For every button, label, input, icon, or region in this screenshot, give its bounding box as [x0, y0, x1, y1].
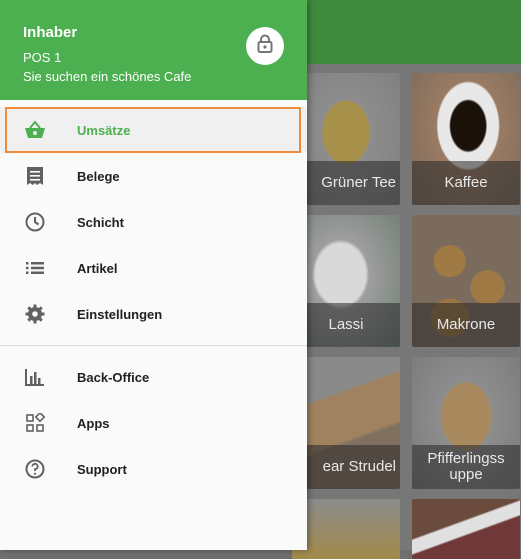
product-tile[interactable]: Grüner Tee	[292, 73, 400, 205]
gear-icon	[24, 303, 46, 325]
product-name: Makrone	[412, 303, 520, 347]
help-icon	[24, 458, 46, 480]
list-icon	[24, 257, 46, 279]
lock-button[interactable]	[246, 27, 284, 65]
bar-chart-icon	[24, 366, 46, 388]
product-tile[interactable]: Kaffee	[412, 73, 520, 205]
product-name: Kaffee	[412, 161, 520, 205]
menu-item-label: Apps	[77, 415, 110, 431]
product-tile[interactable]: ear Strudel	[292, 357, 400, 489]
menu-item-einstellungen[interactable]: Einstellungen	[0, 291, 307, 337]
menu-item-label: Einstellungen	[77, 306, 163, 322]
menu-item-belege[interactable]: Belege	[0, 153, 307, 199]
menu-item-apps[interactable]: Apps	[0, 400, 307, 446]
menu-item-artikel[interactable]: Artikel	[0, 245, 307, 291]
pos-name: POS 1	[23, 50, 62, 65]
user-role: Inhaber	[23, 24, 78, 41]
drawer-menu: Umsätze Belege Schicht Artikel Einstellu…	[0, 107, 307, 492]
menu-item-schicht[interactable]: Schicht	[0, 199, 307, 245]
clock-icon	[24, 211, 46, 233]
product-tile[interactable]	[292, 499, 400, 559]
product-tile[interactable]: Makrone	[412, 215, 520, 347]
receipt-icon	[24, 165, 46, 187]
product-tile[interactable]	[412, 499, 520, 559]
menu-item-label: Belege	[77, 168, 120, 184]
product-tile[interactable]: Lassi	[292, 215, 400, 347]
product-name: Lassi	[292, 303, 400, 347]
menu-divider	[0, 345, 307, 346]
apps-icon	[24, 412, 46, 434]
product-tile[interactable]: Pfifferlingss uppe	[412, 357, 520, 489]
menu-item-label: Schicht	[77, 214, 124, 230]
product-name: Grüner Tee	[292, 161, 400, 205]
menu-item-umsaetze[interactable]: Umsätze	[0, 107, 307, 153]
selection-highlight	[5, 107, 301, 153]
menu-item-back-office[interactable]: Back-Office	[0, 354, 307, 400]
navigation-drawer: Inhaber POS 1 Sie suchen ein schönes Caf…	[0, 0, 307, 550]
product-name: Pfifferlingss uppe	[412, 445, 520, 489]
menu-item-support[interactable]: Support	[0, 446, 307, 492]
product-name: ear Strudel	[292, 445, 400, 489]
drawer-header: Inhaber POS 1 Sie suchen ein schönes Caf…	[0, 0, 307, 100]
menu-item-label: Support	[77, 461, 127, 477]
menu-item-label: Back-Office	[77, 369, 150, 385]
shop-name: Sie suchen ein schönes Cafe	[23, 69, 192, 84]
menu-item-label: Artikel	[77, 260, 118, 276]
lock-icon	[256, 34, 274, 59]
